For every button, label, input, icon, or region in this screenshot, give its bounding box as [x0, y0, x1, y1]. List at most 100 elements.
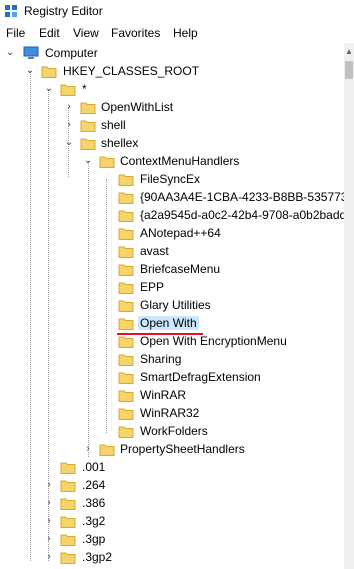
tree-label-computer: Computer — [45, 46, 98, 60]
tree-node-handler[interactable]: SmartDefragExtension — [0, 368, 344, 386]
folder-icon — [118, 246, 134, 258]
tree-label-extension: .264 — [82, 478, 106, 492]
scroll-up-arrow-icon[interactable]: ▲ — [344, 43, 354, 59]
tree-label-extension: .3g2 — [82, 514, 106, 528]
chevron-right-icon[interactable]: › — [64, 102, 74, 112]
tree-label-handler: Open With EncryptionMenu — [140, 334, 287, 348]
folder-icon — [118, 372, 134, 384]
tree-node-extension[interactable]: .001 — [0, 458, 344, 476]
tree-node-extension[interactable]: › .264 — [0, 476, 344, 494]
tree-label-extension: .001 — [82, 460, 106, 474]
tree-label-shellex: shellex — [101, 136, 139, 150]
folder-icon — [118, 390, 134, 402]
folder-icon — [118, 174, 134, 186]
tree-label-handler: WinRAR32 — [140, 406, 200, 420]
folder-icon — [80, 102, 96, 114]
tree-label-handler: WinRAR — [140, 388, 187, 402]
tree-label-handler: WorkFolders — [140, 424, 208, 438]
registry-tree[interactable]: ⌄ Computer ⌄ HKEY_CLASSES_ROOT ⌄ * › Ope… — [0, 43, 344, 569]
tree-node-shell[interactable]: › shell — [0, 116, 344, 134]
tree-node-extension[interactable]: › .386 — [0, 494, 344, 512]
tree-node-handler[interactable]: Glary Utilities — [0, 296, 344, 314]
chevron-right-icon[interactable]: › — [44, 534, 54, 544]
menu-view[interactable]: View — [73, 26, 99, 40]
tree-node-hkcr[interactable]: ⌄ HKEY_CLASSES_ROOT — [0, 62, 344, 80]
tree-label-handler: {a2a9545d-a0c2-42b4-9708-a0b2badd7 — [140, 208, 344, 222]
tree-label-openwithlist: OpenWithList — [101, 100, 174, 114]
folder-icon — [118, 336, 134, 348]
folder-icon — [118, 300, 134, 312]
menu-help[interactable]: Help — [173, 26, 198, 40]
tree-label-handler: EPP — [140, 280, 165, 294]
tree-node-handler[interactable]: WinRAR — [0, 386, 344, 404]
folder-icon — [118, 426, 134, 438]
folder-icon — [99, 156, 115, 168]
tree-node-contextmenuhandlers[interactable]: ⌄ ContextMenuHandlers — [0, 152, 344, 170]
chevron-right-icon[interactable]: › — [83, 444, 93, 454]
tree-node-handler[interactable]: {a2a9545d-a0c2-42b4-9708-a0b2badd7 — [0, 206, 344, 224]
tree-node-propertysheethandlers[interactable]: › PropertySheetHandlers — [0, 440, 344, 458]
folder-icon — [60, 462, 76, 474]
tree-label-handler: FileSyncEx — [140, 172, 201, 186]
folder-icon — [118, 318, 134, 330]
scroll-thumb[interactable] — [345, 61, 353, 79]
tree-node-star[interactable]: ⌄ * — [0, 80, 344, 98]
tree-node-handler[interactable]: WorkFolders — [0, 422, 344, 440]
tree-node-computer[interactable]: ⌄ Computer — [0, 44, 344, 62]
folder-icon — [118, 354, 134, 366]
vertical-scrollbar[interactable]: ▲ — [344, 43, 354, 569]
tree-node-shellex[interactable]: ⌄ shellex — [0, 134, 344, 152]
tree-node-extension[interactable]: › .3gp2 — [0, 548, 344, 566]
folder-icon — [41, 66, 57, 78]
tree-label-handler: Sharing — [140, 352, 182, 366]
tree-label-handler: ANotepad++64 — [140, 226, 221, 240]
tree-node-handler[interactable]: ANotepad++64 — [0, 224, 344, 242]
tree-label-contextmenuhandlers: ContextMenuHandlers — [120, 154, 240, 168]
tree-label-open-with: Open With — [138, 316, 199, 330]
tree-node-handler[interactable]: FileSyncEx — [0, 170, 344, 188]
registry-editor-icon — [5, 5, 17, 17]
tree-node-handler[interactable]: BriefcaseMenu — [0, 260, 344, 278]
menu-favorites[interactable]: Favorites — [111, 26, 160, 40]
tree-label-shell: shell — [101, 118, 126, 132]
tree-label-propertysheethandlers: PropertySheetHandlers — [120, 442, 245, 456]
tree-node-handler[interactable]: EPP — [0, 278, 344, 296]
folder-icon — [60, 84, 76, 96]
folder-icon — [118, 192, 134, 204]
menu-file[interactable]: File — [6, 26, 25, 40]
tree-label-handler: {90AA3A4E-1CBA-4233-B8BB-535773D4 — [140, 190, 344, 204]
highlight-underline — [117, 333, 203, 335]
chevron-down-icon[interactable]: ⌄ — [44, 84, 54, 94]
tree-node-handler[interactable]: WinRAR32 — [0, 404, 344, 422]
tree-label-handler: Glary Utilities — [140, 298, 211, 312]
computer-icon — [23, 46, 39, 59]
chevron-down-icon[interactable]: ⌄ — [64, 138, 74, 148]
chevron-right-icon[interactable]: › — [44, 516, 54, 526]
tree-node-extension[interactable]: › .3g2 — [0, 512, 344, 530]
folder-icon — [118, 264, 134, 276]
chevron-down-icon[interactable]: ⌄ — [25, 66, 35, 76]
folder-icon — [80, 120, 96, 132]
window-title: Registry Editor — [24, 4, 103, 18]
menu-bar: File Edit View Favorites Help — [0, 23, 354, 43]
chevron-down-icon[interactable]: ⌄ — [83, 156, 93, 166]
folder-icon — [118, 282, 134, 294]
tree-node-handler[interactable]: {90AA3A4E-1CBA-4233-B8BB-535773D4 — [0, 188, 344, 206]
chevron-right-icon[interactable]: › — [44, 552, 54, 562]
tree-label-handler: SmartDefragExtension — [140, 370, 261, 384]
tree-node-handler[interactable]: avast — [0, 242, 344, 260]
chevron-down-icon[interactable]: ⌄ — [5, 48, 15, 58]
folder-icon — [80, 138, 96, 150]
chevron-right-icon[interactable]: › — [44, 498, 54, 508]
menu-edit[interactable]: Edit — [39, 26, 60, 40]
tree-node-open-with-selected[interactable]: Open With — [0, 314, 344, 332]
folder-icon — [118, 228, 134, 240]
chevron-right-icon[interactable]: › — [64, 120, 74, 130]
tree-label-extension: .386 — [82, 496, 106, 510]
tree-node-openwithlist[interactable]: › OpenWithList — [0, 98, 344, 116]
folder-icon — [60, 498, 76, 510]
folder-icon — [118, 210, 134, 222]
tree-node-extension[interactable]: › .3gp — [0, 530, 344, 548]
chevron-right-icon[interactable]: › — [44, 480, 54, 490]
tree-node-handler[interactable]: Sharing — [0, 350, 344, 368]
